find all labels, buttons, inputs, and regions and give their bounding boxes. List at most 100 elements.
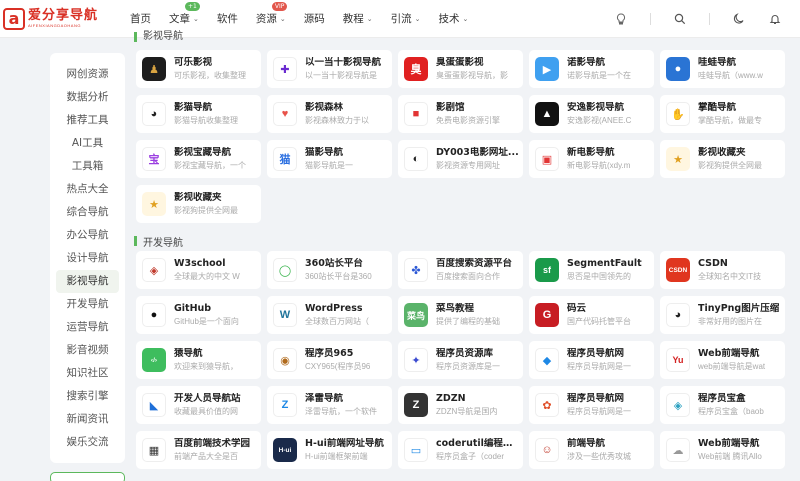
sidebar-item-8[interactable]: 设计导航 [56,247,119,270]
logo-mark-icon: a [3,7,25,30]
nav-item-5[interactable]: 教程 ⌄ [343,11,373,26]
site-card[interactable]: 宝影视宝藏导航 影视宝藏导航，一个 [136,140,261,178]
sidebar-item-1[interactable]: 数据分析 [56,86,119,109]
site-card[interactable]: ✦ 程序员资源库 程序员资源库是一 [398,341,523,379]
site-desc: 臭蛋蛋影视导航，影 [436,71,508,80]
header-divider [709,13,710,25]
search-icon[interactable] [673,12,687,26]
sidebar-item-15[interactable]: 新闻资讯 [56,408,119,431]
site-card[interactable]: sf SegmentFault 思否是中国领先的 [529,251,654,289]
site-card[interactable]: ♟ 可乐影视 可乐影视，收集整理 [136,50,261,88]
site-card[interactable]: ◈ 程序员宝盒 程序员宝盒（baob [660,386,785,424]
site-card[interactable]: ◕ TinyPng图片压缩 非常好用的图片在 [660,296,785,334]
site-card[interactable]: ▲ 安逸影视导航 安逸影视(ANEE.C [529,95,654,133]
site-name: 以一当十影视导航 [305,57,382,68]
site-card[interactable]: Z 泽雷导航 泽雷导航，一个软件 [267,386,392,424]
site-name: 诺影导航 [567,57,606,68]
sidebar-item-7[interactable]: 办公导航 [56,224,119,247]
site-card[interactable]: ◣ 开发人员导航站 收藏最具价值的网 [136,386,261,424]
nav-item-3[interactable]: 资源 ⌄ VIP [256,2,288,26]
sidebar-item-16[interactable]: 娱乐交流 [56,431,119,454]
site-card[interactable]: ◉ 程序员965 CXY965(程序员96 [267,341,392,379]
site-card[interactable]: ★ 影视收藏夹 影视狗提供全网最 [136,185,261,223]
nav-item-0[interactable]: 首页 [130,11,151,26]
site-card[interactable]: ◈ W3school 全球最大的中文 W [136,251,261,289]
site-card[interactable]: CSDN CSDN 全球知名中文IT技 [660,251,785,289]
sidebar-item-13[interactable]: 知识社区 [56,362,119,385]
site-card[interactable]: ▭ coderutil编程工... 程序员盒子（coder [398,431,523,469]
site-desc: 百度搜索面向合作 [436,272,500,281]
nav-item-4[interactable]: 源码 [304,11,325,26]
sidebar-item-14[interactable]: 搜索引擎 [56,385,119,408]
nav-item-7[interactable]: 技术 ⌄ [439,11,469,26]
site-name: 影视森林 [305,102,344,113]
site-card[interactable]: ✋ 掌酷导航 掌酷导航，做最专 [660,95,785,133]
sidebar-item-11[interactable]: 运营导航 [56,316,119,339]
site-card[interactable]: ● 哇蛙导航 哇蛙导航（www.w [660,50,785,88]
site-card[interactable]: ✤ 百度搜索资源平台 百度搜索面向合作 [398,251,523,289]
sidebar-item-12[interactable]: 影音视频 [56,339,119,362]
site-card[interactable]: ★ 影视收藏夹 影视狗提供全网最 [660,140,785,178]
site-card[interactable]: W WordPress 全球数百万网站（ [267,296,392,334]
site-name: 可乐影视 [174,57,213,68]
lightbulb-icon[interactable] [614,12,628,26]
site-logo[interactable]: a 爱分享导航 AIFENXIANGDAOHANG [3,7,121,30]
site-card[interactable]: ▣ 新电影导航 新电影导航(xdy.m [529,140,654,178]
nav-item-1[interactable]: 文章 ⌄ +1 [169,2,200,26]
site-card[interactable]: ● GitHub GitHub是一个面向 [136,296,261,334]
site-card[interactable]: ▶ 诺影导航 诺影导航是一个在 [529,50,654,88]
sidebar-item-0[interactable]: 网创资源 [56,63,119,86]
main-nav: 首页 文章 ⌄ +1 软件 资源 ⌄ VIP 源码 教程 ⌄ 引流 ⌄ 技术 ⌄ [130,2,486,26]
site-card[interactable]: ◯ 360站长平台 360站长平台是360 [267,251,392,289]
site-desc: ZDZN导航是国内 [436,407,498,416]
site-desc: 安逸影视(ANEE.C [567,116,632,125]
site-grid: ◈ W3school 全球最大的中文 W ◯ 360站长平台 360站长平台是360 ✤ 百度… [136,251,800,469]
dark-mode-moon-icon[interactable] [732,12,746,26]
csdn-icon: CSDN [666,258,690,282]
section-title: 影视导航 [132,30,800,42]
sidebar-item-6[interactable]: 综合导航 [56,201,119,224]
site-card[interactable]: ☁ Web前端导航 Web前端 腾讯Allo [660,431,785,469]
nav-item-6[interactable]: 引流 ⌄ [391,11,421,26]
site-card[interactable]: G 码云 国产代码托管平台 [529,296,654,334]
site-name: 程序员宝盒 [698,393,746,404]
sidebar-bottom-widget[interactable] [50,472,125,481]
site-name: 程序员资源库 [436,348,494,359]
site-card[interactable]: ◐ DY003电影网址... 影视资源专用网址 [398,140,523,178]
sidebar-item-9[interactable]: 影视导航 [56,270,119,293]
site-card[interactable]: 菜鸟 菜鸟教程 提供了编程的基础 [398,296,523,334]
ife-icon: ▦ [142,438,166,462]
site-desc: 程序员导航网是一 [567,362,631,371]
site-desc: 收藏最具价值的网 [174,407,238,416]
site-desc: 360站长平台是360 [305,272,372,281]
site-card[interactable]: Z ZDZN ZDZN导航是国内 [398,386,523,424]
header-divider [650,13,651,25]
site-card[interactable]: ☺ 前端导航 涉及一些优秀攻城 [529,431,654,469]
notification-bell-icon[interactable] [768,12,782,26]
site-desc: 影视狗提供全网最 [698,161,762,170]
site-desc: 全球最大的中文 W [174,272,240,281]
nav-item-2[interactable]: 软件 [217,11,238,26]
site-card[interactable]: H-ui H-ui前端网址导航 H-ui前端框架前端 [267,431,392,469]
sidebar-item-3[interactable]: AI工具 [56,132,119,155]
site-card[interactable]: ■ 影剧馆 免费电影资源引擎 [398,95,523,133]
sidebar-item-2[interactable]: 推荐工具 [56,109,119,132]
site-card[interactable]: ✿ 程序员导航网 程序员导航网是一 [529,386,654,424]
site-card[interactable]: ✚ 以一当十影视导航 以一当十影视导航是 [267,50,392,88]
sidebar-item-10[interactable]: 开发导航 [56,293,119,316]
cube-icon: ◆ [535,348,559,372]
sidebar-item-4[interactable]: 工具箱 [56,155,119,178]
site-card[interactable]: 臭臭蛋蛋影视 臭蛋蛋影视导航，影 [398,50,523,88]
site-card[interactable]: 猫猫影导航 猫影导航是一 [267,140,392,178]
site-card[interactable]: Yu Web前端导航 web前端导航是wat [660,341,785,379]
chevron-down-icon: ⌄ [366,14,373,23]
sidebar-item-5[interactable]: 热点大全 [56,178,119,201]
site-card[interactable]: ◕ 影猫导航 影猫导航收集整理 [136,95,261,133]
site-card[interactable]: ‹/› 猿导航 欢迎来到猿导航， [136,341,261,379]
site-card[interactable]: ◆ 程序员导航网 程序员导航网是一 [529,341,654,379]
site-name: 猿导航 [174,348,203,359]
code-bubble-icon: ‹/› [142,348,166,372]
site-card[interactable]: ♥ 影视森林 影视森林致力于以 [267,95,392,133]
site-grid: ♟ 可乐影视 可乐影视，收集整理 ✚ 以一当十影视导航 以一当十影视导航是 臭臭蛋蛋影视 臭蛋… [136,50,800,223]
site-card[interactable]: ▦ 百度前端技术学园 前端产品大全是百 [136,431,261,469]
